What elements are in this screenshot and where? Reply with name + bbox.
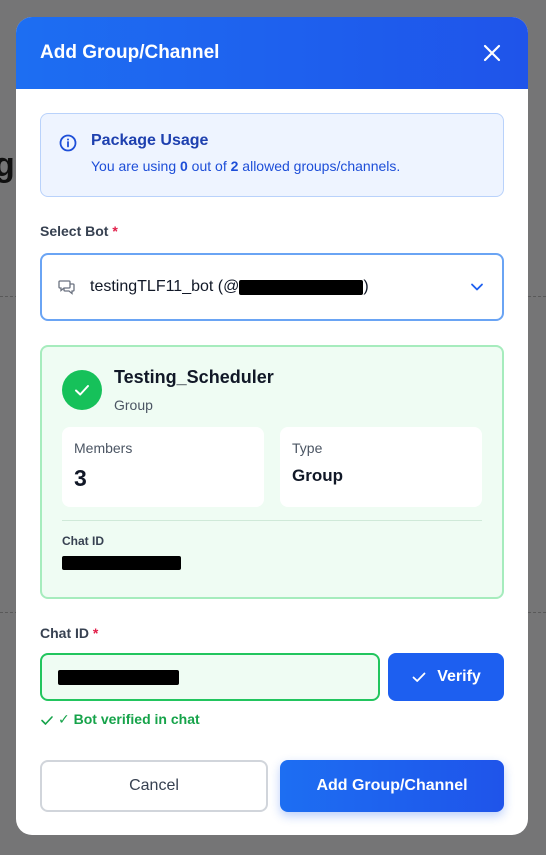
chat-name: Testing_Scheduler (114, 367, 274, 387)
redacted-chat-id-value (58, 669, 179, 685)
check-icon (75, 385, 89, 396)
type-value: Group (292, 466, 343, 485)
modal-header: Add Group/Channel (16, 17, 528, 89)
select-bot-dropdown[interactable]: testingTLF11_bot (@) (40, 253, 504, 321)
close-button[interactable] (480, 41, 504, 65)
redacted-chat-id (62, 556, 181, 570)
members-label: Members (74, 440, 133, 456)
select-bot-label: Select Bot * (40, 223, 118, 239)
info-icon (59, 134, 77, 152)
chat-info-card: Testing_Scheduler Group Members 3 Type G… (40, 345, 504, 599)
check-icon (412, 672, 426, 682)
verify-button[interactable]: Verify (388, 653, 504, 701)
chat-id-row: Verify (40, 653, 504, 701)
usage-text: You are using 0 out of 2 allowed groups/… (91, 158, 401, 174)
cancel-button[interactable]: Cancel (40, 760, 268, 812)
verified-check-badge (62, 370, 102, 410)
close-icon (483, 44, 501, 62)
members-stat: Members 3 (62, 427, 264, 507)
type-label: Type (292, 440, 323, 456)
chat-bubble-icon (58, 280, 75, 295)
redacted-bot-username (239, 279, 364, 295)
usage-used-count: 0 (180, 158, 188, 174)
chat-kind: Group (114, 397, 153, 413)
chat-id-caption: Chat ID (62, 534, 104, 548)
chat-header: Testing_Scheduler Group (62, 367, 482, 413)
add-group-modal: Add Group/Channel Package Usage You are … (16, 17, 528, 835)
members-value: 3 (74, 465, 87, 491)
type-stat: Type Group (280, 427, 482, 507)
chat-stats: Members 3 Type Group (62, 427, 482, 507)
add-group-channel-button[interactable]: Add Group/Channel (280, 760, 504, 812)
check-icon (41, 715, 53, 725)
chat-id-input[interactable] (40, 653, 380, 701)
card-divider (62, 520, 482, 521)
chat-id-label: Chat ID * (40, 625, 99, 641)
selected-bot-text: testingTLF11_bot (@) (90, 278, 369, 295)
chevron-down-icon (471, 283, 483, 291)
usage-title: Package Usage (91, 132, 209, 149)
package-usage-box: Package Usage You are using 0 out of 2 a… (40, 113, 504, 197)
modal-body: Package Usage You are using 0 out of 2 a… (16, 89, 528, 812)
verified-message: ✓ Bot verified in chat (40, 711, 504, 728)
modal-title: Add Group/Channel (40, 42, 220, 63)
modal-footer: Cancel Add Group/Channel (40, 760, 504, 812)
